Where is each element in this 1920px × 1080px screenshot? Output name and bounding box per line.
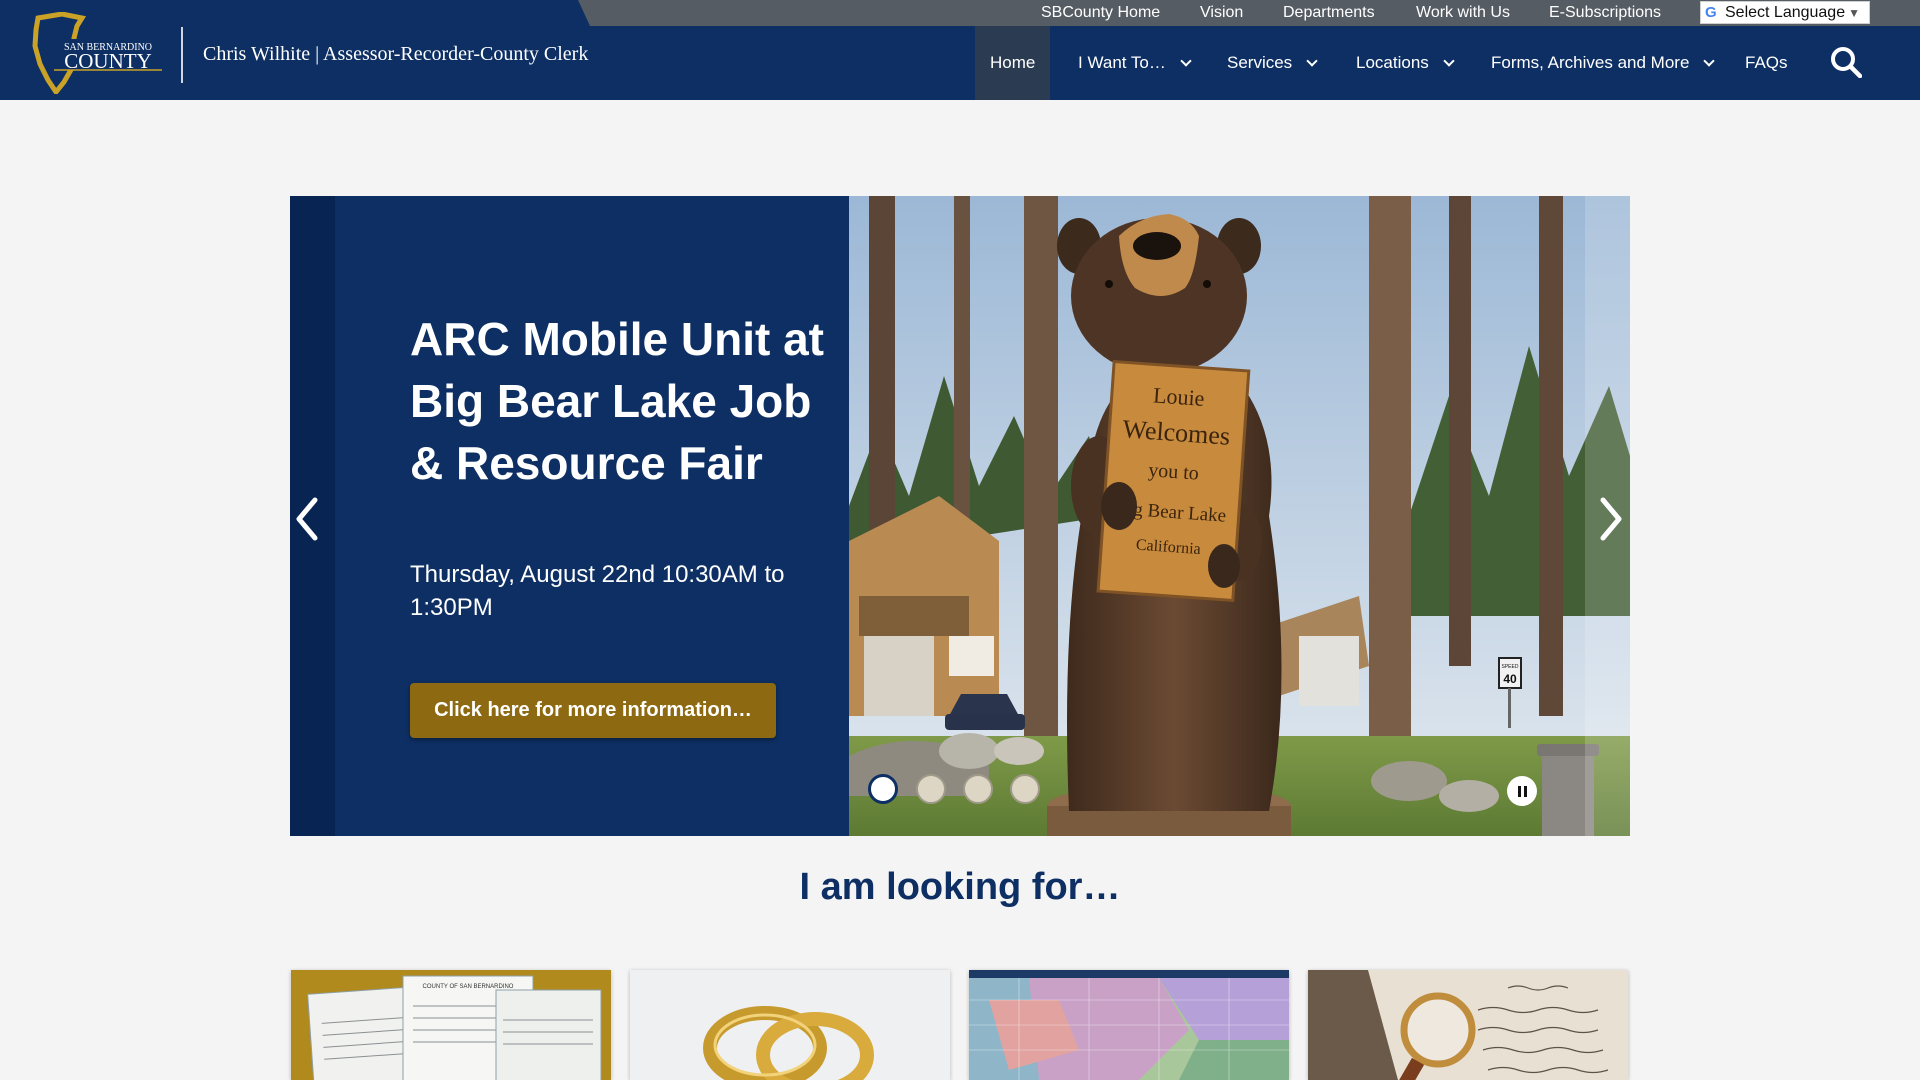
wedding-rings-image [630, 970, 950, 1080]
sign-line3: you to [1148, 459, 1200, 484]
nav-i-want-to-label: I Want To… [1078, 53, 1166, 72]
nav-services-label: Services [1227, 53, 1293, 72]
nav-locations[interactable]: Locations [1356, 26, 1455, 100]
util-link-vision[interactable]: Vision [1200, 4, 1243, 22]
hero-carousel: ARC Mobile Unit at Big Bear Lake Job & R… [290, 196, 1630, 836]
carousel-dot-4[interactable] [1010, 774, 1040, 804]
county-map-image [969, 970, 1289, 1080]
chevron-down-icon [1703, 55, 1716, 67]
site-title[interactable]: Chris Wilhite | Assessor-Recorder-County… [203, 43, 588, 66]
road-sign-limit: 40 [1503, 672, 1517, 686]
nav-faqs-label: FAQs [1745, 53, 1788, 72]
search-icon[interactable] [1830, 46, 1862, 78]
nav-home-label: Home [990, 53, 1036, 72]
google-icon: G [1705, 4, 1717, 21]
certificate-heading: COUNTY OF SAN BERNARDINO [423, 984, 514, 990]
certificate-image: COUNTY OF SAN BERNARDINO [291, 970, 611, 1080]
util-link-departments[interactable]: Departments [1283, 4, 1375, 22]
nav-forms-archives-label: Forms, Archives and More [1491, 53, 1690, 72]
nav-services[interactable]: Services [1227, 26, 1318, 100]
hero-more-info-button[interactable]: Click here for more information… [410, 683, 776, 738]
hero-subtitle: Thursday, August 22nd 10:30AM to 1:30PM [410, 561, 785, 621]
nav-forms-archives[interactable]: Forms, Archives and More [1491, 26, 1716, 100]
pause-icon [1517, 785, 1521, 797]
nav-locations-label: Locations [1356, 53, 1429, 72]
header-divider [181, 27, 183, 83]
nav-home[interactable]: Home [975, 26, 1051, 100]
card-archives[interactable] [1308, 970, 1628, 1080]
card-marriage[interactable] [630, 970, 950, 1080]
site-header: SBCounty Home Vision Departments Work wi… [0, 0, 1920, 100]
hero-title: ARC Mobile Unit at Big Bear Lake Job & R… [410, 313, 824, 489]
chevron-down-icon [1306, 55, 1318, 67]
magnifying-glass-document-image [1308, 970, 1628, 1080]
hero-text-panel: ARC Mobile Unit at Big Bear Lake Job & R… [290, 196, 850, 836]
dropdown-arrow-icon: ▼ [1848, 5, 1860, 20]
carousel-next-arrow[interactable] [1599, 496, 1623, 542]
util-link-sbcounty-home[interactable]: SBCounty Home [1041, 4, 1160, 22]
card-maps[interactable] [969, 970, 1289, 1080]
carousel-dot-2[interactable] [916, 774, 946, 804]
util-link-e-subscriptions[interactable]: E-Subscriptions [1549, 4, 1661, 22]
chevron-down-icon [1180, 55, 1192, 67]
chevron-down-icon [1443, 55, 1455, 67]
carousel-prev-arrow[interactable] [295, 496, 319, 542]
language-select-label: Select Language [1725, 3, 1846, 21]
util-link-work-with-us[interactable]: Work with Us [1416, 4, 1510, 22]
language-select[interactable]: G Select Language ▼ [1700, 1, 1870, 24]
nav-faqs[interactable]: FAQs [1745, 26, 1788, 100]
logo-text-line2: COUNTY [64, 49, 152, 73]
card-certificates[interactable]: COUNTY OF SAN BERNARDINO [291, 970, 611, 1080]
section-title: I am looking for… [799, 866, 1121, 908]
county-logo[interactable]: SAN BERNARDINO COUNTY [30, 12, 162, 94]
nav-i-want-to[interactable]: I Want To… [1078, 26, 1192, 100]
bear-statue-photo: SPEED 40 Louie Welcomes you to Big Bear … [849, 196, 1630, 836]
carousel-dot-1[interactable] [868, 774, 898, 804]
sign-line1: Louie [1152, 382, 1205, 411]
road-sign-speed: SPEED [1502, 664, 1519, 670]
carousel-dot-3[interactable] [963, 774, 993, 804]
carousel-pause-button[interactable] [1507, 776, 1537, 806]
